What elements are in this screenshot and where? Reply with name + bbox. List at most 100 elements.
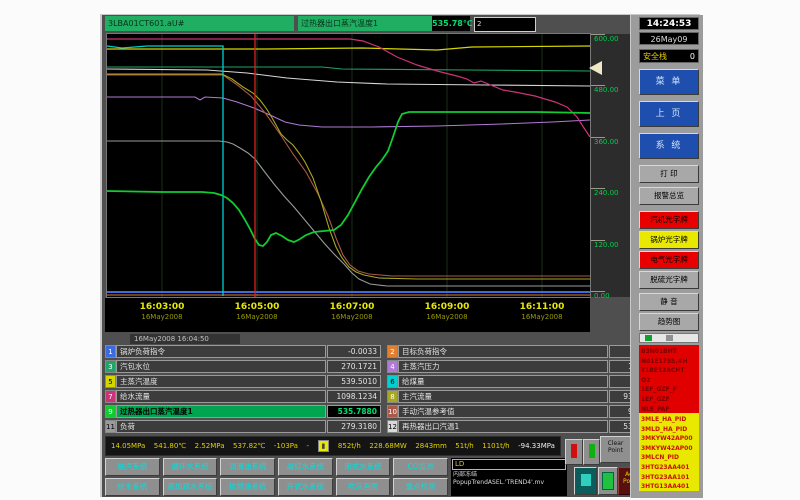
legend-row-pen-1[interactable]: 1锅炉负荷指令-0.0033: [105, 345, 381, 358]
sidebar-button-系统[interactable]: 系 统: [639, 133, 699, 159]
alarm-list-red[interactable]: B3N01BHTN01E17SS.#HT1BE12ACHTO21EF_GZF_F…: [639, 345, 699, 413]
time-tick-date: 16May2008: [330, 313, 375, 322]
status-value: 2.52MPa: [195, 442, 225, 450]
legend-row-pen-9[interactable]: 9过热器出口蒸汽温度1535.7880: [105, 405, 381, 418]
pen-value: 1098.1234: [327, 390, 381, 403]
pen-description-label: 过热器出口蒸汽温度1: [298, 16, 433, 31]
pen-color-swatch: 6: [387, 375, 398, 388]
trend-pen-8: [107, 74, 590, 279]
nav-button-重点检测[interactable]: 重点检测: [393, 478, 448, 496]
clear-point-label: Clear Point: [601, 437, 630, 454]
alarm-tag[interactable]: 3MKYW42AP00: [641, 434, 698, 444]
legend-row-pen-8[interactable]: 8主汽流量930.9096: [387, 390, 663, 403]
pen-selector-box[interactable]: 2: [474, 17, 536, 32]
red-indicator-button[interactable]: [565, 439, 583, 465]
clock-time: 14:24:53: [639, 17, 699, 30]
sidebar-button-上页[interactable]: 上 页: [639, 101, 699, 127]
grid-tool-button[interactable]: [598, 467, 618, 495]
nav-button-抽汽系统[interactable]: 抽汽系统: [105, 458, 160, 476]
sidebar-button-脱硫光字牌[interactable]: 脱硫光字牌: [639, 271, 699, 289]
time-tick-date: 16May2008: [520, 313, 565, 322]
alarm-tag[interactable]: 3MLD_HA_PID: [641, 425, 698, 435]
sidebar-button-打印[interactable]: 打 印: [639, 165, 699, 183]
clock-date: 26May09: [639, 32, 699, 45]
nav-button-给水系统[interactable]: 给水系统: [105, 478, 160, 496]
alarm-tag[interactable]: 3HTG23AA101: [641, 473, 698, 483]
sidebar-button-锅炉光字牌[interactable]: 锅炉光字牌: [639, 231, 699, 249]
scale-label: 480.00: [594, 86, 619, 94]
nav-button-开式水系统[interactable]: 开式水系统: [278, 478, 333, 496]
sidebar-button-电气光字牌[interactable]: 电气光字牌: [639, 251, 699, 269]
legend-row-pen-10[interactable]: 10手动汽温参考值95.9805: [387, 405, 663, 418]
time-tick: 16:05:0016May2008: [235, 302, 280, 322]
green-bar-icon: [589, 444, 595, 458]
sidebar-button-报警总览[interactable]: 报警总览: [639, 187, 699, 205]
time-tick: 16:03:0016May2008: [140, 302, 185, 322]
legend-row-pen-3[interactable]: 3汽包水位270.1721: [105, 360, 381, 373]
legend-row-pen-11[interactable]: 11负荷279.3180: [105, 420, 381, 433]
alarm-tag[interactable]: 3MLCN_PID: [641, 453, 698, 463]
pen-name: 手动汽温参考值: [398, 405, 608, 418]
alarm-tag[interactable]: NLE_PAF: [641, 405, 698, 413]
safety-station-label: 安全栈: [643, 51, 667, 62]
nav-button-抗燃油系统[interactable]: 抗燃油系统: [220, 478, 275, 496]
sidebar-button-趋势图[interactable]: 趋势图: [639, 313, 699, 331]
grid-icon: [602, 472, 614, 490]
pen-color-swatch: 4: [387, 360, 398, 373]
sidebar-button-静音[interactable]: 静 音: [639, 293, 699, 311]
valve-icon: [581, 474, 591, 486]
alarm-tag[interactable]: 3HTG23AA401: [641, 463, 698, 473]
status-value: -103Pa: [274, 442, 298, 450]
time-tick-time: 16:09:00: [425, 302, 470, 313]
green-indicator-button[interactable]: [583, 439, 600, 465]
nav-button-高加疏水系统[interactable]: 高加疏水系统: [163, 478, 218, 496]
valve-tool-button[interactable]: [574, 467, 597, 495]
legend-row-pen-7[interactable]: 7给水流量1098.1234: [105, 390, 381, 403]
trend-pen-7: [107, 39, 590, 137]
nav-button-闭式水系统[interactable]: 闭式水系统: [336, 458, 391, 476]
alarm-tag[interactable]: 3MLE_HA_PID: [641, 415, 698, 425]
nav-button-凝结水系统[interactable]: 凝结水系统: [278, 458, 333, 476]
command-input[interactable]: LD: [452, 459, 566, 470]
trend-chart[interactable]: [107, 34, 590, 297]
nav-button-润滑油系统[interactable]: 润滑油系统: [220, 458, 275, 476]
time-tick: 16:07:0016May2008: [330, 302, 375, 322]
legend-row-pen-12[interactable]: 12再热器出口汽温1535.4974: [387, 420, 663, 433]
legend-row-pen-2[interactable]: 2目标负荷指令0.0066: [387, 345, 663, 358]
nav-button-吹灰画面[interactable]: 吹灰画面: [336, 478, 391, 496]
alarm-tag[interactable]: 1EF_GZF: [641, 395, 698, 405]
sidebar-button-汽机光字牌[interactable]: 汽机光字牌: [639, 211, 699, 229]
alarm-tag[interactable]: 3HTG13AA401: [641, 482, 698, 491]
alarm-tag[interactable]: T1BE12ACHT: [641, 366, 698, 376]
pen-group-indicator[interactable]: [639, 333, 699, 343]
pen-color-swatch: 9: [105, 405, 116, 418]
sidebar-button-菜单[interactable]: 菜 单: [639, 69, 699, 95]
alarm-tag[interactable]: 3MKYW42AP00: [641, 444, 698, 454]
scale-label: 600.00: [594, 35, 619, 43]
time-tick-time: 16:05:00: [235, 302, 280, 313]
pen-name: 主蒸汽压力: [398, 360, 608, 373]
pen-tag-label: 3LBA01CT601.aU#: [105, 16, 294, 31]
pen-color-swatch: 8: [387, 390, 398, 403]
pen-name: 再热器出口汽温1: [398, 420, 608, 433]
pen-color-swatch: 10: [387, 405, 398, 418]
pen-name: 汽包水位: [116, 360, 326, 373]
pen-value-pointer[interactable]: [589, 61, 602, 75]
status-value: 2843mm: [415, 442, 446, 450]
alarm-tag[interactable]: N01E17SS.#H: [641, 357, 698, 367]
alarm-tag[interactable]: O2: [641, 376, 698, 386]
dcs-trend-window: 3LBA01CT601.aU# 过热器出口蒸汽温度1 535.78℃ 2 600…: [100, 14, 700, 497]
alarm-list-yellow[interactable]: 3MLE_HA_PID3MLD_HA_PID3MKYW42AP003MKYW42…: [639, 413, 699, 491]
legend-row-pen-4[interactable]: 4主蒸汽压力16.3061: [387, 360, 663, 373]
nav-button-循环水系统[interactable]: 循环水系统: [163, 458, 218, 476]
alarm-tag[interactable]: 1EF_GZF_F: [641, 385, 698, 395]
clear-point-button[interactable]: Clear Point: [600, 436, 631, 463]
status-value: 228.68MW: [369, 442, 406, 450]
legend-row-pen-6[interactable]: 6给煤量0.0000: [387, 375, 663, 388]
legend-row-pen-5[interactable]: 5主蒸汽温度539.5010: [105, 375, 381, 388]
pen-color-swatch: 2: [387, 345, 398, 358]
alarm-tag[interactable]: B3N01BHT: [641, 347, 698, 357]
time-tick-time: 16:11:00: [520, 302, 565, 313]
gray-chip-icon: [666, 335, 673, 341]
nav-button-CO监测[interactable]: CO监测: [393, 458, 448, 476]
